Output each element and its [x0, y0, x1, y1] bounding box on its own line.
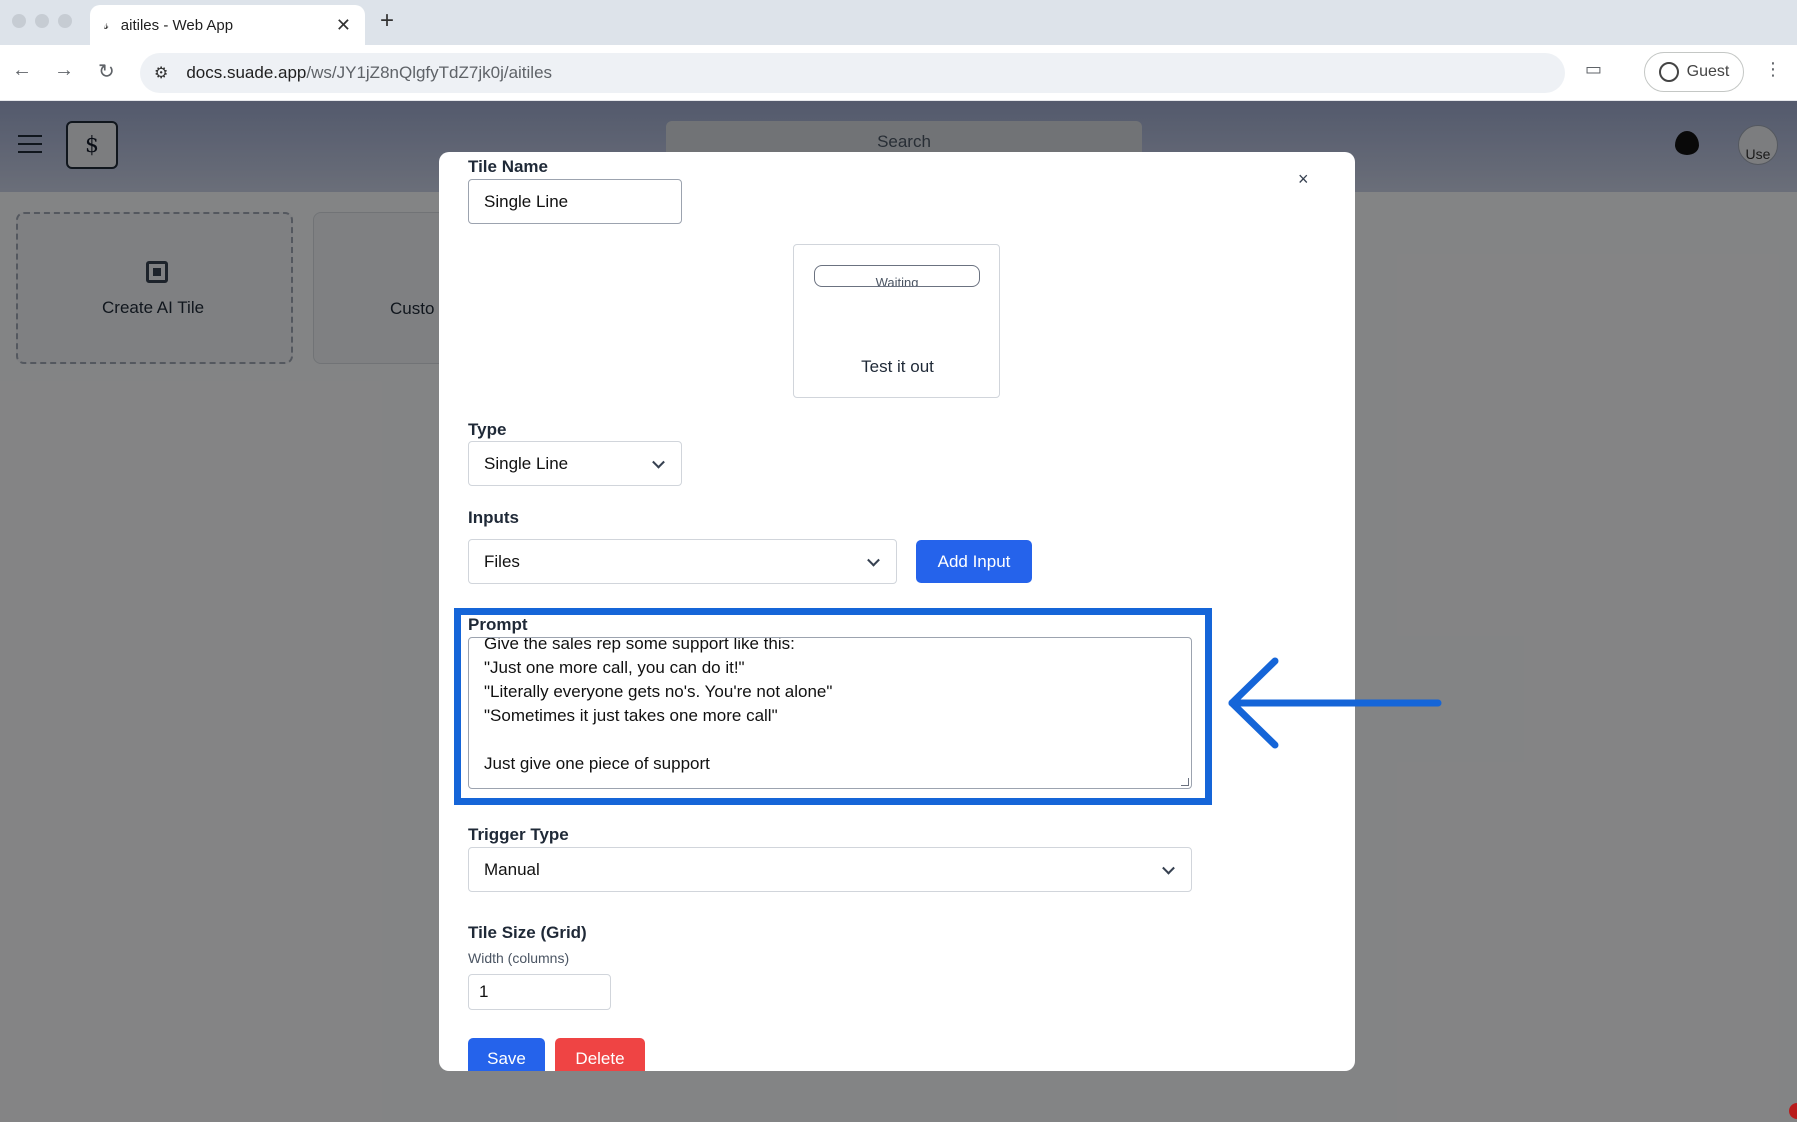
preview-status: Waiting	[814, 265, 980, 287]
tile-name-label: Tile Name	[468, 157, 549, 176]
tile-name-input[interactable]: Single Line	[468, 179, 682, 224]
maximize-window-button[interactable]	[58, 14, 72, 28]
site-info-icon[interactable]: ⚙	[154, 63, 168, 83]
tile-size-label: Tile Size (Grid)	[468, 923, 587, 942]
browser-tab[interactable]: 𝓈 aitiles - Web App ✕	[90, 5, 365, 45]
trigger-type-select[interactable]: Manual	[468, 847, 1192, 892]
profile-icon	[1658, 62, 1679, 82]
new-tab-button[interactable]: +	[380, 7, 394, 35]
trigger-type-label: Trigger Type	[468, 825, 569, 844]
tile-preview: Waiting Test it out	[793, 244, 1000, 398]
type-select[interactable]: Single Line	[468, 441, 682, 486]
pointer-arrow-icon	[1228, 657, 1442, 749]
profile-label: Guest	[1686, 63, 1730, 80]
trigger-type-value: Manual	[484, 859, 540, 879]
inputs-value: Files	[484, 551, 520, 571]
type-value: Single Line	[484, 453, 569, 473]
chevron-down-icon	[867, 553, 880, 567]
delete-button[interactable]: Delete	[555, 1038, 645, 1071]
url-path: /ws/JY1jZ8nQlgfyTdZ7jk0j/aitiles	[306, 63, 553, 82]
inputs-select[interactable]: Files	[468, 539, 897, 584]
favicon-icon: 𝓈	[104, 17, 109, 32]
chevron-down-icon	[1162, 861, 1175, 875]
inputs-label: Inputs	[468, 508, 519, 527]
tab-title: aitiles - Web App	[120, 16, 234, 34]
chevron-down-icon	[652, 455, 665, 469]
add-input-button[interactable]: Add Input	[916, 540, 1032, 583]
back-icon[interactable]: ←	[12, 59, 32, 82]
width-label: Width (columns)	[468, 950, 570, 966]
profile-button[interactable]: Guest	[1644, 52, 1744, 92]
browser-toolbar: ← → ↻ ⚙ docs.suade.app/ws/JY1jZ8nQlgfyTd…	[0, 45, 1797, 101]
prompt-highlight-box	[454, 608, 1212, 805]
type-label: Type	[468, 420, 507, 439]
close-icon[interactable]: ×	[1298, 169, 1309, 190]
address-bar[interactable]: ⚙ docs.suade.app/ws/JY1jZ8nQlgfyTdZ7jk0j…	[140, 53, 1565, 93]
test-it-out-button[interactable]: Test it out	[794, 357, 1001, 377]
minimize-window-button[interactable]	[35, 14, 49, 28]
save-button[interactable]: Save	[468, 1038, 545, 1071]
url-host: docs.suade.app	[186, 63, 307, 82]
close-window-button[interactable]	[12, 14, 26, 28]
url-text: docs.suade.app/ws/JY1jZ8nQlgfyTdZ7jk0j/a…	[186, 63, 552, 83]
browser-tab-bar: 𝓈 aitiles - Web App ✕ +	[0, 0, 1797, 45]
width-input[interactable]: 1	[468, 974, 611, 1010]
tab-search-icon[interactable]: ▭	[1585, 59, 1602, 80]
close-tab-icon[interactable]: ✕	[336, 15, 351, 36]
forward-icon[interactable]: →	[54, 59, 74, 82]
reload-icon[interactable]: ↻	[98, 59, 115, 84]
more-menu-icon[interactable]: ⋮	[1764, 59, 1782, 80]
